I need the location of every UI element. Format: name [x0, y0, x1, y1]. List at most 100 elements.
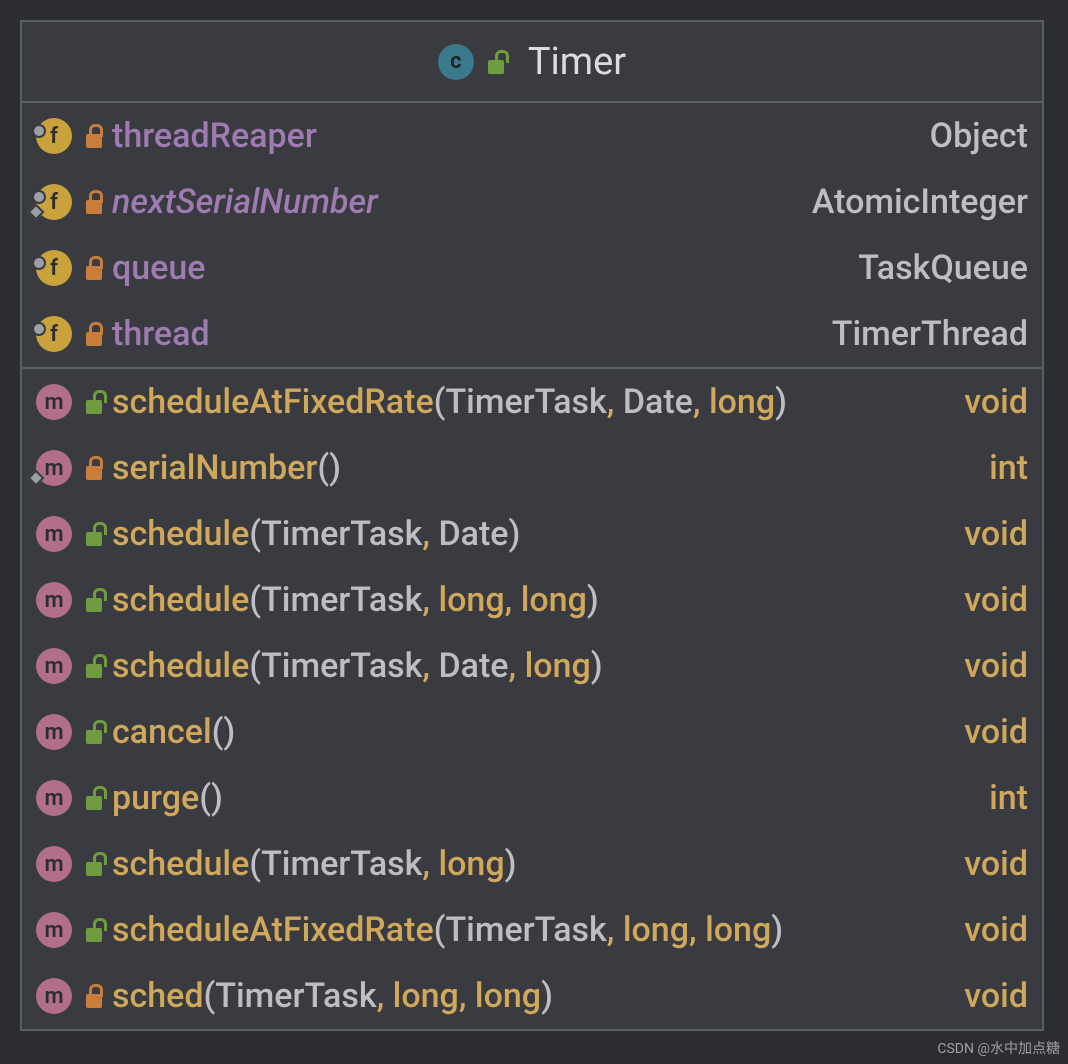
visibility-col: [76, 984, 112, 1008]
method-row[interactable]: m scheduleAtFixedRate(TimerTask, Date, lo…: [22, 369, 1042, 435]
visibility-col: [76, 322, 112, 346]
method-row[interactable]: m scheduleAtFixedRate(TimerTask, long, lo…: [22, 897, 1042, 963]
method-return-type: int: [989, 448, 1028, 488]
unlock-icon: [84, 786, 104, 810]
watermark: CSDN @水中加点糖: [937, 1038, 1060, 1058]
field-row[interactable]: fqueueTaskQueue: [22, 235, 1042, 301]
lock-icon: [84, 456, 104, 480]
member-kind-col: m: [32, 846, 76, 882]
class-name: Timer: [528, 40, 626, 84]
method-icon: m: [36, 582, 72, 618]
method-row[interactable]: m sched(TimerTask, long, long) void: [22, 963, 1042, 1029]
method-icon: m: [36, 846, 72, 882]
method-icon: m: [36, 714, 72, 750]
method-signature: schedule(TimerTask, Date, long): [112, 646, 948, 686]
member-kind-col: f: [32, 118, 76, 154]
method-return-type: void: [964, 646, 1028, 686]
method-signature: scheduleAtFixedRate(TimerTask, long, lon…: [112, 910, 948, 950]
unlock-icon: [84, 654, 104, 678]
method-signature: schedule(TimerTask, long): [112, 844, 948, 884]
unlock-icon: [84, 852, 104, 876]
fields-section: f threadReaper Object f nextSerialNumber Atom…: [22, 103, 1042, 367]
method-return-type: void: [964, 976, 1028, 1016]
visibility-col: [76, 918, 112, 942]
lock-icon: [84, 256, 104, 280]
field-row[interactable]: f nextSerialNumber AtomicInteger: [22, 169, 1042, 235]
unlock-icon: [84, 720, 104, 744]
method-row[interactable]: m schedule(TimerTask, Date, long) void: [22, 633, 1042, 699]
lock-icon: [84, 984, 104, 1008]
method-return-type: void: [964, 382, 1028, 422]
method-row[interactable]: mschedule(TimerTask, long, long)void: [22, 567, 1042, 633]
method-return-type: void: [964, 844, 1028, 884]
member-kind-col: f: [32, 316, 76, 352]
visibility-col: [76, 256, 112, 280]
visibility-col: [76, 190, 112, 214]
member-kind-col: m: [32, 384, 76, 420]
member-kind-col: m: [32, 978, 76, 1014]
field-type: Object: [930, 116, 1028, 156]
method-signature: cancel(): [112, 712, 948, 752]
visibility-col: [76, 654, 112, 678]
visibility-col: [76, 522, 112, 546]
field-type: AtomicInteger: [812, 182, 1028, 222]
visibility-col: [76, 124, 112, 148]
visibility-col: [76, 852, 112, 876]
member-kind-col: m: [32, 582, 76, 618]
method-row[interactable]: m cancel() void: [22, 699, 1042, 765]
method-row[interactable]: m serialNumber() int: [22, 435, 1042, 501]
method-icon: m: [36, 912, 72, 948]
unlock-icon: [84, 522, 104, 546]
member-kind-col: m: [32, 714, 76, 750]
member-kind-col: f: [32, 184, 76, 220]
unlock-icon: [84, 390, 104, 414]
pin-icon: [32, 256, 46, 270]
member-kind-col: m: [32, 450, 76, 486]
method-return-type: int: [989, 778, 1028, 818]
methods-section: m scheduleAtFixedRate(TimerTask, Date, lo…: [22, 369, 1042, 1029]
visibility-col: [76, 390, 112, 414]
method-signature: scheduleAtFixedRate(TimerTask, Date, lon…: [112, 382, 948, 422]
field-type: TimerThread: [832, 314, 1028, 354]
method-icon: m: [36, 648, 72, 684]
lock-icon: [84, 190, 104, 214]
field-name: thread: [112, 314, 816, 354]
method-return-type: void: [964, 580, 1028, 620]
method-row[interactable]: m purge() int: [22, 765, 1042, 831]
visibility-col: [76, 588, 112, 612]
method-signature: sched(TimerTask, long, long): [112, 976, 948, 1016]
method-row[interactable]: m schedule(TimerTask, Date) void: [22, 501, 1042, 567]
visibility-col: [76, 786, 112, 810]
field-type: TaskQueue: [858, 248, 1028, 288]
class-icon: c: [438, 44, 474, 80]
method-signature: purge(): [112, 778, 973, 818]
unlock-icon: [84, 588, 104, 612]
member-kind-col: m: [32, 780, 76, 816]
pin-icon: [32, 322, 46, 336]
method-return-type: void: [964, 514, 1028, 554]
method-icon: m: [36, 780, 72, 816]
class-structure-panel: c Timer f threadReaper Object f nextSerialNu…: [20, 20, 1044, 1031]
unlock-icon: [486, 50, 506, 74]
method-row[interactable]: m schedule(TimerTask, long) void: [22, 831, 1042, 897]
method-icon: m: [36, 516, 72, 552]
unlock-icon: [84, 918, 104, 942]
member-kind-col: m: [32, 912, 76, 948]
method-signature: serialNumber(): [112, 448, 973, 488]
class-header: c Timer: [22, 22, 1042, 103]
method-icon: m: [36, 384, 72, 420]
field-name: threadReaper: [112, 116, 914, 156]
lock-icon: [84, 124, 104, 148]
method-return-type: void: [964, 910, 1028, 950]
field-row[interactable]: f threadReaper Object: [22, 103, 1042, 169]
field-name: nextSerialNumber: [112, 182, 796, 222]
pin-icon: [32, 124, 46, 138]
field-row[interactable]: fthread TimerThread: [22, 301, 1042, 367]
method-return-type: void: [964, 712, 1028, 752]
visibility-col: [76, 456, 112, 480]
visibility-col: [76, 720, 112, 744]
method-icon: m: [36, 978, 72, 1014]
method-signature: schedule(TimerTask, Date): [112, 514, 948, 554]
field-name: queue: [112, 248, 842, 288]
pin-icon: [32, 190, 46, 204]
